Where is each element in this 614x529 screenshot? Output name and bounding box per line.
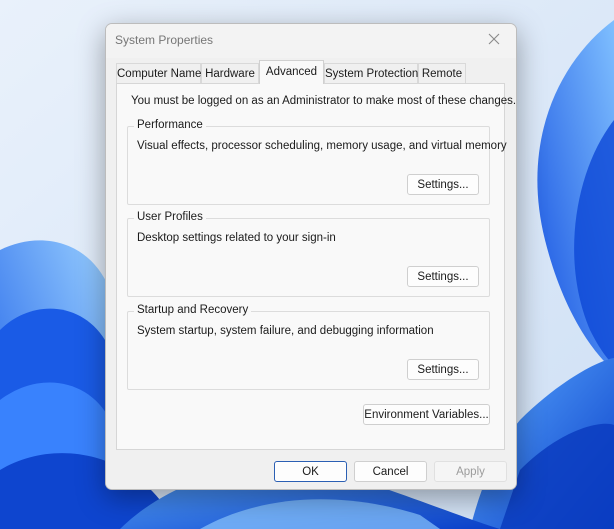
title-bar[interactable]: System Properties [106, 24, 516, 58]
startup-recovery-settings-button[interactable]: Settings... [407, 359, 479, 380]
tab-computer-name[interactable]: Computer Name [116, 63, 201, 83]
close-icon [488, 33, 500, 45]
performance-title: Performance [134, 119, 206, 131]
startup-recovery-title: Startup and Recovery [134, 304, 252, 316]
tab-advanced[interactable]: Advanced [259, 60, 324, 84]
dialog-footer: OK Cancel Apply [106, 454, 516, 489]
user-profiles-description: Desktop settings related to your sign-in [137, 232, 336, 244]
ok-button[interactable]: OK [274, 461, 347, 482]
performance-group: Performance Visual effects, processor sc… [127, 119, 507, 205]
user-profiles-settings-button[interactable]: Settings... [407, 266, 479, 287]
user-profiles-title: User Profiles [134, 211, 206, 223]
admin-note: You must be logged on as an Administrato… [131, 95, 517, 107]
window-title: System Properties [115, 33, 214, 47]
user-profiles-group: User Profiles Desktop settings related t… [127, 211, 490, 297]
advanced-tab-panel: You must be logged on as an Administrato… [116, 83, 516, 450]
cancel-button[interactable]: Cancel [354, 461, 427, 482]
startup-recovery-group: Startup and Recovery System startup, sys… [127, 304, 490, 390]
tab-remote[interactable]: Remote [418, 63, 466, 83]
environment-variables-button[interactable]: Environment Variables... [363, 404, 490, 425]
startup-recovery-description: System startup, system failure, and debu… [137, 325, 434, 337]
system-properties-dialog: System Properties Computer Name Hardware… [105, 23, 517, 490]
performance-settings-button[interactable]: Settings... [407, 174, 479, 195]
performance-description: Visual effects, processor scheduling, me… [137, 140, 507, 152]
close-button[interactable] [472, 24, 516, 54]
tab-system-protection[interactable]: System Protection [324, 63, 418, 83]
tab-hardware[interactable]: Hardware [201, 63, 259, 83]
apply-button[interactable]: Apply [434, 461, 507, 482]
